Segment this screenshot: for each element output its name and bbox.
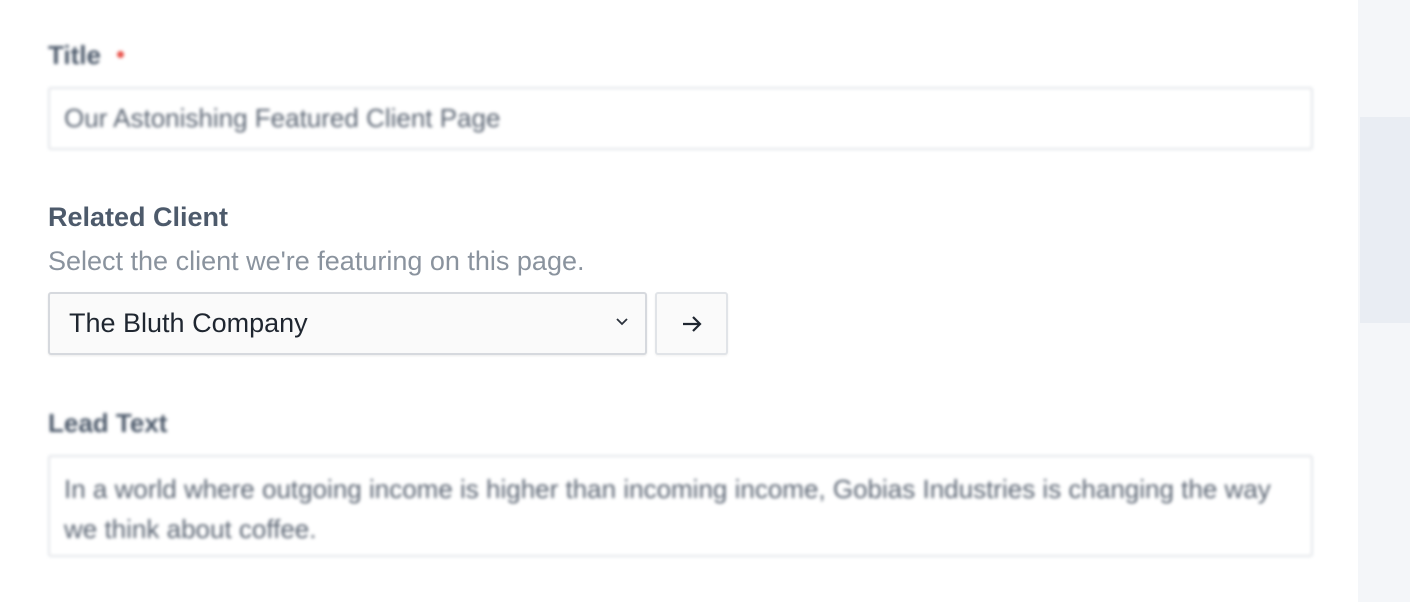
related-client-selected-value: The Bluth Company [69,308,308,338]
related-client-select[interactable]: The Bluth Company [48,292,647,355]
title-input[interactable]: Our Astonishing Featured Client Page [48,87,1313,150]
lead-text-label: Lead Text [48,408,168,438]
title-input-value: Our Astonishing Featured Client Page [64,103,501,133]
side-panel [1358,0,1410,602]
view-client-button[interactable] [655,292,728,355]
chevron-down-icon [616,318,628,326]
side-panel-highlight [1360,117,1410,323]
title-label-text: Title [48,40,101,70]
arrow-right-icon [682,315,702,332]
related-client-help-text: Select the client we're featuring on thi… [48,246,585,276]
lead-text-input[interactable]: In a world where outgoing income is high… [48,455,1313,557]
required-indicator [116,50,124,58]
title-label: Title [48,40,124,70]
lead-text-value: In a world where outgoing income is high… [64,474,1271,544]
related-client-label: Related Client [48,202,229,232]
page: Title Our Astonishing Featured Client Pa… [0,0,1410,602]
